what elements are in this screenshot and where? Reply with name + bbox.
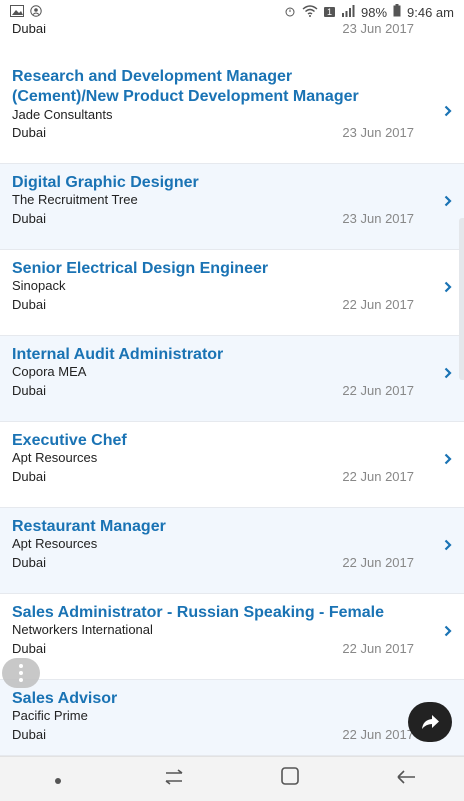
back-icon[interactable]	[376, 768, 436, 791]
chevron-right-icon	[444, 280, 452, 298]
chevron-right-icon	[444, 194, 452, 212]
list-item[interactable]: Research and Development Manager (Cement…	[0, 59, 464, 164]
job-company: Networkers International	[12, 622, 153, 637]
list-item[interactable]: Sales Administrator - Russian Speaking -…	[0, 594, 464, 680]
chevron-right-icon	[444, 104, 452, 122]
job-title: Internal Audit Administrator	[12, 346, 224, 363]
chevron-right-icon	[444, 538, 452, 556]
sim-icon: 1	[323, 7, 335, 17]
job-location: Dubai	[12, 125, 46, 140]
job-date: 22 Jun 2017	[342, 383, 414, 398]
list-item[interactable]: Senior Electrical Design Engineer Sinopa…	[0, 250, 464, 336]
system-navigation-bar	[0, 756, 464, 801]
battery-percent: 98%	[360, 4, 388, 20]
job-location: Dubai	[12, 383, 46, 398]
account-notification-icon	[30, 4, 42, 20]
edge-panel-handle[interactable]	[459, 218, 464, 380]
job-date: 22 Jun 2017	[342, 641, 414, 656]
chevron-right-icon	[444, 624, 452, 642]
job-company: Jade Consultants	[12, 107, 113, 122]
job-title: Sales Advisor	[12, 690, 118, 707]
recent-apps-icon[interactable]	[144, 768, 204, 791]
job-location: Dubai	[12, 555, 46, 570]
wifi-icon	[302, 4, 318, 20]
gallery-notification-icon	[10, 4, 24, 20]
job-title: Senior Electrical Design Engineer	[12, 260, 269, 277]
job-title: Restaurant Manager	[12, 518, 166, 535]
chevron-right-icon	[444, 452, 452, 470]
job-title: Sales Administrator - Russian Speaking -…	[12, 604, 384, 621]
job-location: Dubai	[12, 297, 46, 312]
job-title: Executive Chef	[12, 432, 127, 449]
status-bar: 1 98% 9:46 am	[0, 0, 464, 24]
list-item[interactable]: Internal Audit Administrator Copora MEA …	[0, 336, 464, 422]
job-company: Pacific Prime	[12, 708, 88, 723]
home-icon[interactable]	[260, 767, 320, 791]
job-title: Digital Graphic Designer	[12, 174, 199, 191]
job-location: Dubai	[12, 469, 46, 484]
alarm-icon	[284, 5, 296, 20]
clock: 9:46 am	[407, 4, 454, 20]
signal-icon	[341, 4, 355, 20]
job-date: 22 Jun 2017	[342, 727, 414, 742]
job-company: Sinopack	[12, 278, 66, 293]
job-title-line2: (Cement)/New Product Development Manager	[12, 88, 359, 105]
job-date: 23 Jun 2017	[342, 211, 414, 226]
list-item-partial[interactable]: Dubai 23 Jun 2017	[0, 21, 464, 60]
nav-dot-icon[interactable]	[28, 768, 88, 791]
share-icon[interactable]	[408, 702, 452, 742]
job-title: Research and Development Manager	[12, 68, 293, 85]
list-item[interactable]: Executive Chef Apt Resources Dubai 22 Ju…	[0, 422, 464, 508]
job-company: Copora MEA	[12, 364, 87, 379]
job-date: 23 Jun 2017	[342, 125, 414, 140]
chevron-right-icon	[444, 366, 452, 384]
list-item[interactable]: Digital Graphic Designer The Recruitment…	[0, 164, 464, 250]
battery-icon	[393, 4, 401, 20]
more-vertical-icon[interactable]	[2, 658, 40, 688]
job-date: 22 Jun 2017	[342, 297, 414, 312]
job-company: The Recruitment Tree	[12, 192, 138, 207]
job-date: 22 Jun 2017	[342, 469, 414, 484]
job-location: Dubai	[12, 727, 46, 742]
job-location: Dubai	[12, 641, 46, 656]
list-item[interactable]: Sales Advisor Pacific Prime Dubai 22 Jun…	[0, 680, 464, 756]
job-location: Dubai	[12, 211, 46, 226]
list-item[interactable]: Restaurant Manager Apt Resources Dubai 2…	[0, 508, 464, 594]
job-company: Apt Resources	[12, 450, 98, 465]
job-company: Apt Resources	[12, 536, 98, 551]
job-date: 22 Jun 2017	[342, 555, 414, 570]
